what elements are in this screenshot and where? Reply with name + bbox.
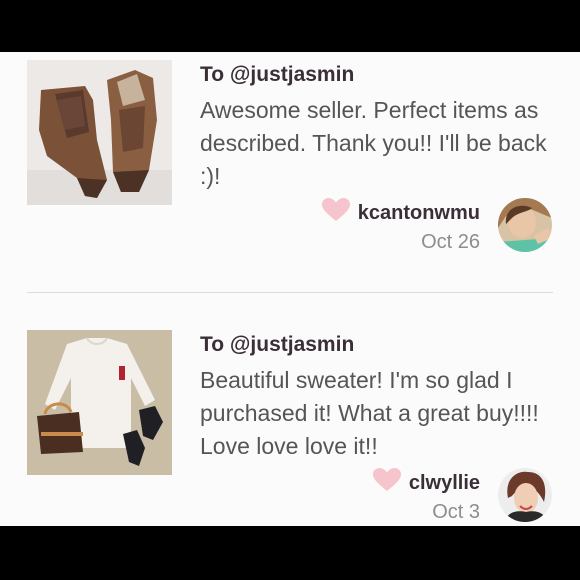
review-date: Oct 3 <box>432 501 480 523</box>
review-item: To @justjasmin Awesome seller. Perfect i… <box>0 52 580 292</box>
review-signature: kcantonwmu Oct 26 <box>321 198 480 257</box>
avatar-photo-icon <box>498 468 552 522</box>
review-message: Beautiful sweater! I'm so glad I purchas… <box>200 367 539 459</box>
reviewer-username[interactable]: kcantonwmu <box>358 200 480 226</box>
review-body: To @justjasmin Awesome seller. Perfect i… <box>200 60 560 193</box>
review-recipient: To @justjasmin <box>200 333 355 356</box>
review-signature: clwyllie Oct 3 <box>372 468 480 526</box>
review-item: To @justjasmin Beautiful sweater! I'm so… <box>0 322 580 526</box>
boots-photo-icon <box>27 60 172 205</box>
heart-icon <box>372 468 401 497</box>
review-date: Oct 26 <box>421 231 480 253</box>
reviewer-username[interactable]: clwyllie <box>409 470 480 496</box>
listing-thumbnail-sweater[interactable] <box>27 330 172 475</box>
review-recipient: To @justjasmin <box>200 63 355 86</box>
review-divider <box>27 292 553 293</box>
listing-thumbnail-boots[interactable] <box>27 60 172 205</box>
heart-icon <box>321 198 350 227</box>
review-body: To @justjasmin Beautiful sweater! I'm so… <box>200 330 560 463</box>
sweater-outfit-photo-icon <box>27 330 172 475</box>
reviewer-avatar[interactable] <box>498 198 552 252</box>
reviewer-avatar[interactable] <box>498 468 552 522</box>
avatar-photo-icon <box>498 198 552 252</box>
reviews-screen: To @justjasmin Awesome seller. Perfect i… <box>0 52 580 526</box>
bottom-bar <box>0 526 580 580</box>
review-message: Awesome seller. Perfect items as describ… <box>200 97 547 189</box>
